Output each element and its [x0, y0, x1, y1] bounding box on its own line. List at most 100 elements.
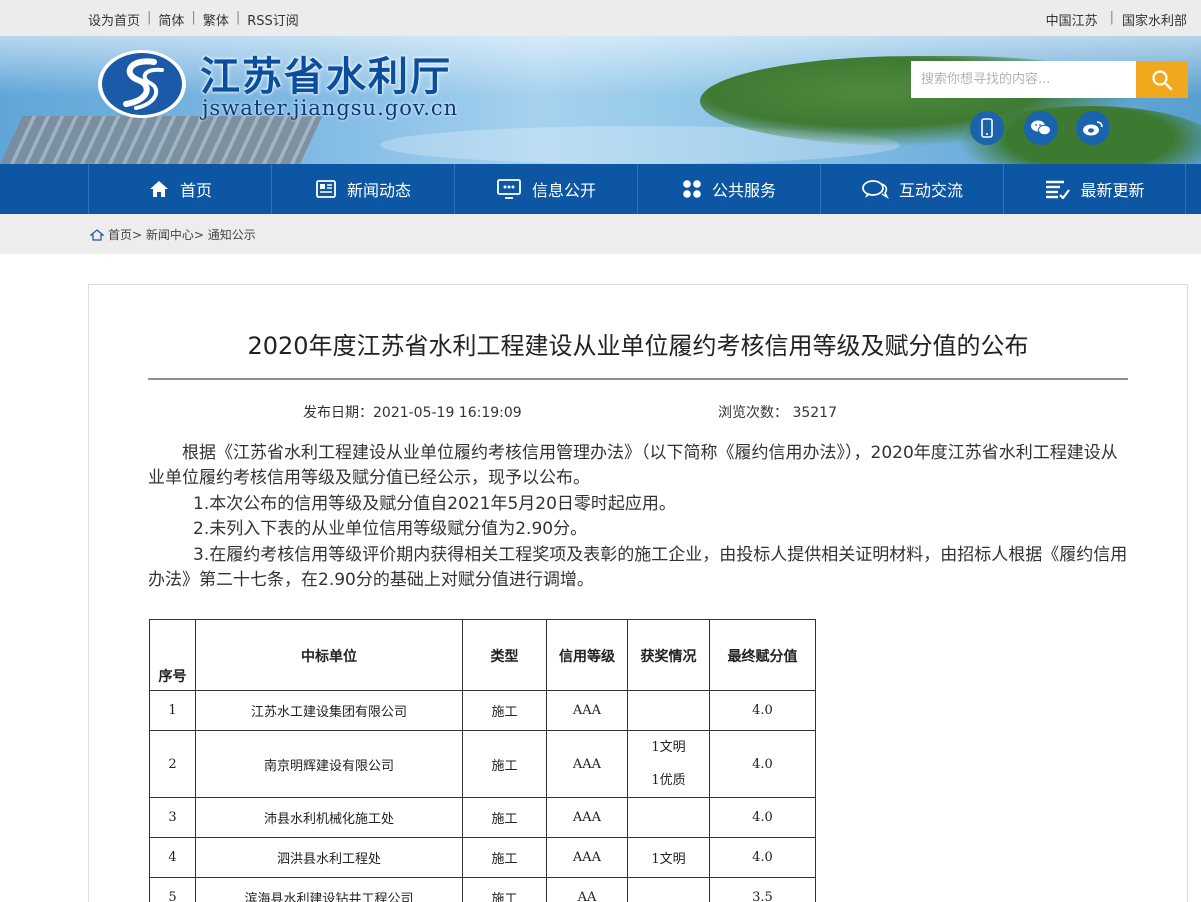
list-icon — [1044, 179, 1071, 199]
column-header-award: 获奖情况 — [627, 619, 710, 691]
site-domain: jswater.jiangsu.gov.cn — [202, 96, 459, 120]
cell-grade: AAA — [546, 690, 628, 731]
view-count: 浏览次数： 35217 — [718, 405, 837, 421]
nav-label: 信息公开 — [531, 181, 596, 200]
weibo-button[interactable] — [1076, 111, 1110, 145]
mobile-phone-icon — [981, 118, 993, 138]
nav-item-home[interactable]: 首页 — [88, 164, 271, 214]
award-quality: 1优质 — [651, 773, 686, 788]
cell-type: 施工 — [462, 690, 547, 731]
cell-award — [627, 877, 710, 902]
cell-award: 1文明 1优质 — [627, 730, 710, 798]
cell-type: 施工 — [462, 797, 547, 838]
nav-label: 公共服务 — [711, 181, 776, 200]
divider: | — [1109, 10, 1114, 25]
china-jiangsu-link[interactable]: 中国江苏 — [1046, 10, 1098, 29]
cell-award: 1文明 — [627, 837, 710, 878]
breadcrumb-notice[interactable]: 通知公示 — [208, 226, 256, 243]
search-input[interactable] — [911, 61, 1136, 98]
cell-grade: AAA — [546, 797, 628, 838]
cell-grade: AA — [546, 877, 628, 902]
cell-unit: 滨海县水利建设钻井工程公司 — [195, 877, 463, 902]
table-header-row: 序号 中标单位 类型 信用等级 获奖情况 最终赋分值 — [149, 619, 816, 691]
table-row: 1 江苏水工建设集团有限公司 施工 AAA 4.0 — [149, 690, 816, 731]
weibo-icon — [1083, 121, 1103, 136]
article-paragraph-2: 2.未列入下表的从业单位信用等级赋分值为2.90分。 — [193, 519, 588, 539]
table-row: 5 滨海县水利建设钻井工程公司 施工 AA 3.5 — [149, 877, 816, 902]
cell-award — [627, 690, 710, 731]
nav-item-public-service[interactable]: 公共服务 — [637, 164, 820, 214]
cell-no: 2 — [149, 730, 196, 798]
breadcrumb-home[interactable]: 首页 — [108, 226, 132, 243]
table-row: 3 沛县水利机械化施工处 施工 AAA 4.0 — [149, 797, 816, 838]
site-title: 江苏省水利厅 — [200, 53, 452, 100]
cell-grade: AAA — [546, 837, 628, 878]
cell-score: 3.5 — [709, 877, 816, 902]
cell-no: 4 — [149, 837, 196, 878]
rss-link[interactable]: RSS订阅 — [247, 10, 299, 29]
set-homepage-link[interactable]: 设为首页 — [88, 10, 140, 29]
cell-unit: 泗洪县水利工程处 — [195, 837, 463, 878]
home-icon — [90, 228, 104, 241]
credit-rating-table: 序号 中标单位 类型 信用等级 获奖情况 最终赋分值 1 江苏水工建设集团有限公… — [149, 619, 816, 902]
nav-label: 新闻动态 — [346, 181, 411, 200]
article-title: 2020年度江苏省水利工程建设从业单位履约考核信用等级及赋分值的公布 — [247, 332, 1029, 360]
cell-score: 4.0 — [709, 837, 816, 878]
cell-unit: 南京明辉建设有限公司 — [195, 730, 463, 798]
simplified-chinese-link[interactable]: 简体 — [158, 10, 184, 29]
cell-unit: 江苏水工建设集团有限公司 — [195, 690, 463, 731]
home-icon — [148, 179, 170, 199]
nav-label: 最新更新 — [1080, 181, 1145, 200]
nav-item-interaction[interactable]: 互动交流 — [820, 164, 1003, 214]
cell-type: 施工 — [462, 837, 547, 878]
newspaper-icon — [315, 179, 337, 199]
divider: | — [191, 10, 196, 25]
article-paragraph-intro: 根据《江苏省水利工程建设从业单位履约考核信用管理办法》（以下简称《履约信用办法》… — [148, 443, 1118, 488]
column-header-unit: 中标单位 — [195, 619, 463, 691]
nav-item-news[interactable]: 新闻动态 — [271, 164, 454, 214]
column-header-type: 类型 — [462, 619, 547, 691]
divider: | — [147, 10, 152, 25]
publish-date: 发布日期：2021-05-19 16:19:09 — [303, 405, 522, 421]
top-utility-bar: 设为首页 | 简体 | 繁体 | RSS订阅 中国江苏 | 国家水利部 — [0, 0, 1201, 36]
article-paragraph-1: 1.本次公布的信用等级及赋分值自2021年5月20日零时起应用。 — [193, 494, 676, 514]
ministry-water-link[interactable]: 国家水利部 — [1122, 10, 1187, 29]
cell-no: 3 — [149, 797, 196, 838]
cell-no: 1 — [149, 690, 196, 731]
table-row: 2 南京明辉建设有限公司 施工 AAA 1文明 1优质 4.0 — [149, 730, 816, 798]
breadcrumb-news-center[interactable]: 新闻中心 — [146, 226, 194, 243]
nav-label: 首页 — [179, 181, 212, 200]
search-box — [911, 61, 1188, 98]
column-header-no: 序号 — [149, 619, 196, 691]
divider: | — [235, 10, 241, 25]
cell-grade: AAA — [546, 730, 628, 798]
cell-award — [627, 797, 710, 838]
article-paragraph-3: 3.在履约考核信用等级评价期内获得相关工程奖项及表彰的施工企业，由投标人提供相关… — [148, 545, 1128, 590]
breadcrumb-bar: 首页 > 新闻中心 > 通知公示 — [0, 214, 1201, 254]
column-header-grade: 信用等级 — [546, 619, 628, 691]
wechat-icon — [1031, 120, 1051, 136]
site-logo-icon[interactable] — [96, 48, 188, 120]
traditional-chinese-link[interactable]: 繁体 — [203, 10, 229, 29]
monitor-icon — [496, 179, 522, 199]
wechat-button[interactable] — [1024, 111, 1058, 145]
grid-icon — [682, 179, 702, 199]
title-divider — [148, 378, 1128, 380]
cell-unit: 沛县水利机械化施工处 — [195, 797, 463, 838]
cell-type: 施工 — [462, 877, 547, 902]
nav-item-info-disclosure[interactable]: 信息公开 — [454, 164, 637, 214]
nav-label: 互动交流 — [898, 181, 963, 200]
chat-icon — [861, 179, 889, 199]
cell-no: 5 — [149, 877, 196, 902]
mobile-app-button[interactable] — [970, 111, 1004, 145]
nav-item-latest-updates[interactable]: 最新更新 — [1003, 164, 1186, 214]
award-civilized: 1文明 — [651, 740, 686, 755]
cell-score: 4.0 — [709, 797, 816, 838]
cell-type: 施工 — [462, 730, 547, 798]
column-header-score: 最终赋分值 — [709, 619, 816, 691]
cell-score: 4.0 — [709, 690, 816, 731]
breadcrumb: 首页 > 新闻中心 > 通知公示 — [90, 226, 256, 243]
search-icon — [1152, 69, 1173, 90]
search-button[interactable] — [1136, 61, 1188, 98]
main-nav: 首页 新闻动态 信息公开 公共服务 互动交流 最新更新 — [0, 164, 1201, 214]
